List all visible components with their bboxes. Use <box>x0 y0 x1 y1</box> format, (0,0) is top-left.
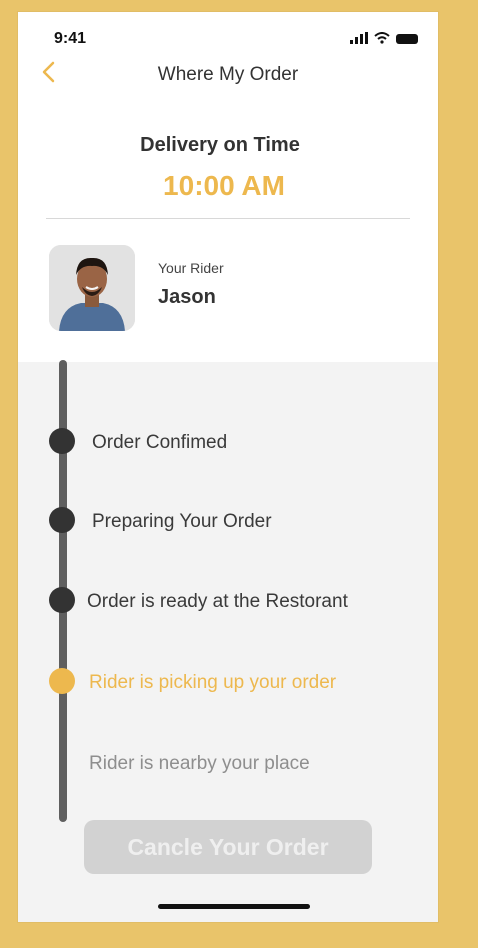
rider-name: Jason <box>158 286 216 308</box>
delivery-time: 10:00 AM <box>163 170 285 201</box>
wifi-icon <box>374 32 390 44</box>
step-label: Rider is picking up your order <box>89 672 337 693</box>
step-label: Preparing Your Order <box>92 511 272 532</box>
delivery-label: Delivery on Time <box>140 134 300 156</box>
cancel-order-button[interactable]: Cancle Your Order <box>84 820 372 874</box>
home-indicator <box>158 904 310 909</box>
timeline-step-nearby: Rider is nearby your place <box>18 747 438 777</box>
status-time: 9:41 <box>54 30 87 47</box>
timeline-step-picking-up: Rider is picking up your order <box>18 666 438 696</box>
step-done-dot <box>49 507 75 533</box>
step-label: Order Confimed <box>92 432 228 453</box>
step-active-dot <box>49 668 75 694</box>
step-label: Rider is nearby your place <box>89 753 310 774</box>
order-summary-panel: 9:41 Where My Order Delivery on Time 10:… <box>18 12 438 362</box>
rider-caption: Your Rider <box>158 260 224 276</box>
timeline-step-ready: Order is ready at the Restorant <box>18 585 438 615</box>
status-icons <box>350 32 418 44</box>
divider <box>46 218 410 219</box>
step-label: Order is ready at the Restorant <box>87 591 348 612</box>
timeline-step-preparing: Preparing Your Order <box>18 505 438 535</box>
phone-screen: 9:41 Where My Order Delivery on Time 10:… <box>18 12 438 922</box>
timeline-step-order-confirmed: Order Confimed <box>18 426 438 456</box>
step-done-dot <box>49 428 75 454</box>
battery-icon <box>396 34 418 44</box>
rider-avatar <box>49 245 135 331</box>
signal-icon <box>350 32 368 44</box>
page-title: Where My Order <box>157 64 299 85</box>
step-done-dot <box>49 587 75 613</box>
